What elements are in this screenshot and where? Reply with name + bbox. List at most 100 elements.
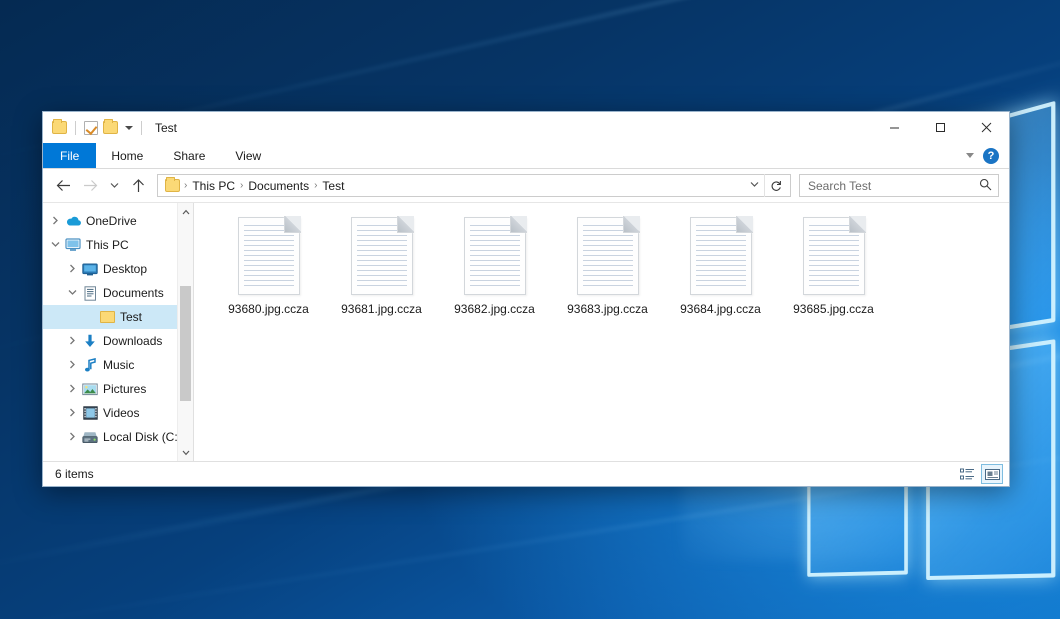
chevron-down-icon[interactable] <box>64 288 80 298</box>
chevron-down-icon[interactable] <box>745 180 764 191</box>
file-item[interactable]: 93683.jpg.ccza <box>551 215 664 316</box>
chevron-right-icon[interactable] <box>64 432 80 443</box>
up-button[interactable] <box>126 174 151 198</box>
sidebar-item-label: Videos <box>103 406 139 420</box>
generic-document-icon <box>803 217 865 295</box>
quick-access-toolbar <box>52 121 145 135</box>
downloads-arrow-icon <box>80 334 100 349</box>
tab-view[interactable]: View <box>220 143 276 168</box>
folder-icon <box>97 311 117 323</box>
refresh-icon[interactable] <box>764 174 786 197</box>
tab-home[interactable]: Home <box>96 143 158 168</box>
file-explorer-window: Test File Home Share View ? <box>42 111 1010 487</box>
search-icon[interactable] <box>979 178 992 194</box>
scrollbar-thumb[interactable] <box>180 286 191 401</box>
chevron-down-icon[interactable] <box>966 153 974 158</box>
sidebar-item-label: Pictures <box>103 382 146 396</box>
chevron-right-icon[interactable] <box>47 216 63 227</box>
breadcrumb-this-pc[interactable]: This PC <box>188 179 239 193</box>
sidebar-item-onedrive[interactable]: OneDrive <box>43 209 193 233</box>
generic-document-icon <box>238 217 300 295</box>
file-item[interactable]: 93685.jpg.ccza <box>777 215 890 316</box>
file-name-label: 93683.jpg.ccza <box>567 302 648 316</box>
title-bar: Test <box>43 112 1009 143</box>
file-item[interactable]: 93681.jpg.ccza <box>325 215 438 316</box>
folder-icon <box>165 179 180 192</box>
sidebar-item-pictures[interactable]: Pictures <box>43 377 193 401</box>
chevron-right-icon[interactable] <box>64 336 80 347</box>
forward-button[interactable] <box>78 174 103 198</box>
new-folder-icon[interactable] <box>103 121 118 134</box>
desktop-background: Test File Home Share View ? <box>0 0 1060 619</box>
explorer-body: OneDrive This PC Desktop Documents Test Downl… <box>43 202 1009 461</box>
file-item[interactable]: 93680.jpg.ccza <box>212 215 325 316</box>
sidebar-item-label: This PC <box>86 238 129 252</box>
chevron-down-icon[interactable] <box>125 126 133 130</box>
generic-document-icon <box>690 217 752 295</box>
maximize-button[interactable] <box>917 112 963 143</box>
navigation-pane: OneDrive This PC Desktop Documents Test Downl… <box>43 203 194 461</box>
generic-document-icon <box>351 217 413 295</box>
onedrive-cloud-icon <box>63 215 83 227</box>
music-note-icon <box>80 358 100 373</box>
file-name-label: 93680.jpg.ccza <box>228 302 309 316</box>
details-view-button[interactable] <box>956 464 978 484</box>
desktop-monitor-icon <box>80 263 100 276</box>
pictures-image-icon <box>80 383 100 396</box>
status-bar: 6 items <box>43 461 1009 486</box>
chevron-down-icon[interactable] <box>47 240 63 250</box>
properties-checkbox-icon[interactable] <box>84 121 98 135</box>
chevron-right-icon[interactable] <box>64 408 80 419</box>
search-box[interactable] <box>799 174 999 197</box>
help-button[interactable]: ? <box>983 148 999 164</box>
sidebar-item-documents[interactable]: Documents <box>43 281 193 305</box>
navigation-scrollbar[interactable] <box>177 203 193 461</box>
generic-document-icon <box>464 217 526 295</box>
sidebar-item-this-pc[interactable]: This PC <box>43 233 193 257</box>
address-bar-row: › This PC › Documents › Test <box>43 169 1009 202</box>
toolbar-divider <box>75 121 76 135</box>
recent-locations-button[interactable] <box>105 174 124 198</box>
breadcrumb-documents[interactable]: Documents <box>244 179 313 193</box>
sidebar-item-downloads[interactable]: Downloads <box>43 329 193 353</box>
back-button[interactable] <box>51 174 76 198</box>
tab-file[interactable]: File <box>43 143 96 168</box>
generic-document-icon <box>577 217 639 295</box>
toolbar-divider <box>141 121 142 135</box>
file-item[interactable]: 93682.jpg.ccza <box>438 215 551 316</box>
documents-page-icon <box>80 286 100 301</box>
sidebar-item-videos[interactable]: Videos <box>43 401 193 425</box>
file-name-label: 93685.jpg.ccza <box>793 302 874 316</box>
address-bar[interactable]: › This PC › Documents › Test <box>157 174 791 197</box>
navigation-tree: OneDrive This PC Desktop Documents Test Downl… <box>43 209 193 449</box>
sidebar-item-desktop[interactable]: Desktop <box>43 257 193 281</box>
sidebar-item-label: Desktop <box>103 262 147 276</box>
breadcrumb-test[interactable]: Test <box>318 179 348 193</box>
breadcrumb: › This PC › Documents › Test <box>183 179 745 193</box>
chevron-up-icon[interactable] <box>178 203 194 220</box>
sidebar-item-label: Local Disk (C:) <box>103 430 182 444</box>
window-title: Test <box>155 121 177 135</box>
sidebar-item-local-disk-c[interactable]: Local Disk (C:) <box>43 425 193 449</box>
videos-film-icon <box>80 406 100 420</box>
chevron-right-icon[interactable] <box>64 360 80 371</box>
window-controls <box>871 112 1009 143</box>
sidebar-item-test[interactable]: Test <box>43 305 193 329</box>
chevron-right-icon[interactable] <box>64 264 80 275</box>
close-button[interactable] <box>963 112 1009 143</box>
minimize-button[interactable] <box>871 112 917 143</box>
file-list[interactable]: 93680.jpg.ccza 93681.jpg.ccza93682.jpg.cc… <box>194 203 1009 461</box>
chevron-down-icon[interactable] <box>178 444 194 461</box>
search-input[interactable] <box>808 179 979 193</box>
large-icons-view-button[interactable] <box>981 464 1003 484</box>
chevron-right-icon[interactable] <box>64 384 80 395</box>
folder-icon[interactable] <box>52 121 67 134</box>
tab-share[interactable]: Share <box>158 143 220 168</box>
sidebar-item-label: Test <box>120 310 142 324</box>
sidebar-item-label: OneDrive <box>86 214 137 228</box>
sidebar-item-music[interactable]: Music <box>43 353 193 377</box>
file-item[interactable]: 93684.jpg.ccza <box>664 215 777 316</box>
file-name-label: 93684.jpg.ccza <box>680 302 761 316</box>
this-pc-monitor-icon <box>63 238 83 252</box>
ribbon-right-controls: ? <box>966 143 1009 168</box>
